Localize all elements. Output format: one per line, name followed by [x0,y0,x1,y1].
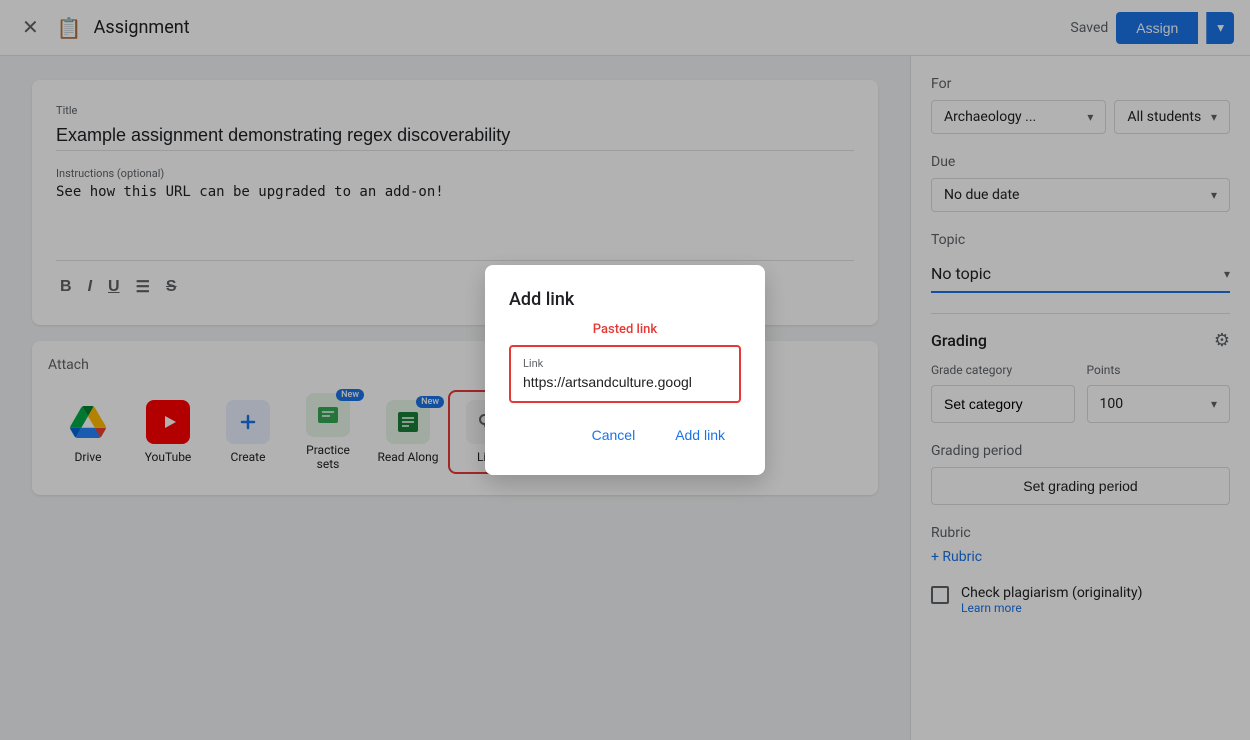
add-link-button[interactable]: Add link [659,419,741,451]
link-field-label: Link [523,357,727,370]
add-link-modal: Add link Pasted link Link Cancel Add lin… [485,265,765,475]
link-input[interactable] [523,374,727,390]
cancel-button[interactable]: Cancel [576,419,652,451]
modal-title: Add link [509,289,741,310]
modal-overlay[interactable]: Add link Pasted link Link Cancel Add lin… [0,0,1250,740]
pasted-link-label: Pasted link [509,322,741,337]
modal-actions: Cancel Add link [509,419,741,451]
link-field-wrapper: Link [509,345,741,403]
